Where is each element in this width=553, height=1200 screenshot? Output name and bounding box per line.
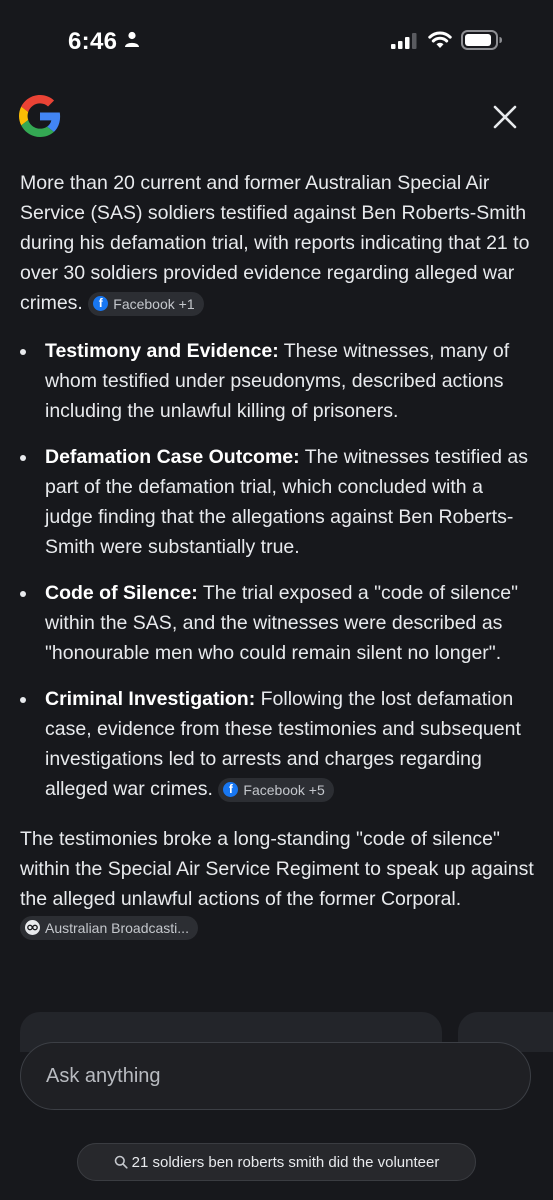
bullet-title: Defamation Case Outcome: [45,446,300,468]
source-chip[interactable]: Australian Broadcasti... [20,915,198,940]
source-chip-label: Facebook +5 [243,781,325,798]
answer-outro: The testimonies broke a long-standing "c… [20,824,535,944]
battery-icon [461,30,502,50]
list-item: Code of Silence: The trial exposed a "co… [20,578,535,668]
wifi-icon [428,31,452,48]
facebook-icon: f [223,782,239,797]
bullet-title: Code of Silence: [45,582,198,604]
person-icon [125,31,139,47]
source-chip-label: Facebook +1 [113,295,195,312]
abc-icon [25,920,40,935]
answer-intro: More than 20 current and former Australi… [20,168,535,318]
bullet-dot [20,697,26,703]
list-item: Testimony and Evidence: These witnesses,… [20,336,535,426]
source-chip-label: Australian Broadcasti... [45,919,189,936]
ask-input[interactable]: Ask anything [20,1042,531,1110]
ai-answer: More than 20 current and former Australi… [20,168,535,944]
status-bar: 6:46 [0,0,553,84]
search-query-chip[interactable]: 21 soldiers ben roberts smith did the vo… [77,1143,476,1181]
bullet-dot [20,591,26,597]
facebook-icon: f [93,296,109,311]
close-button[interactable] [488,100,522,134]
status-time: 6:46 [68,28,118,55]
answer-outro-text: The testimonies broke a long-standing "c… [20,828,534,910]
google-logo [19,95,61,137]
bullet-dot [20,455,26,461]
search-icon [114,1155,128,1169]
bullet-dot [20,349,26,355]
bullet-title: Testimony and Evidence: [45,340,279,362]
source-chip[interactable]: f Facebook +1 [88,291,204,316]
signal-icon [391,33,417,49]
bullet-title: Criminal Investigation: [45,688,256,710]
search-query-text: 21 soldiers ben roberts smith did the vo… [131,1153,440,1171]
answer-bullets: Testimony and Evidence: These witnesses,… [20,336,535,804]
list-item: Criminal Investigation: Following the lo… [20,684,535,804]
source-chip[interactable]: f Facebook +5 [218,777,334,802]
list-item: Defamation Case Outcome: The witnesses t… [20,442,535,562]
ask-input-placeholder: Ask anything [46,1065,161,1087]
close-icon [493,105,517,129]
